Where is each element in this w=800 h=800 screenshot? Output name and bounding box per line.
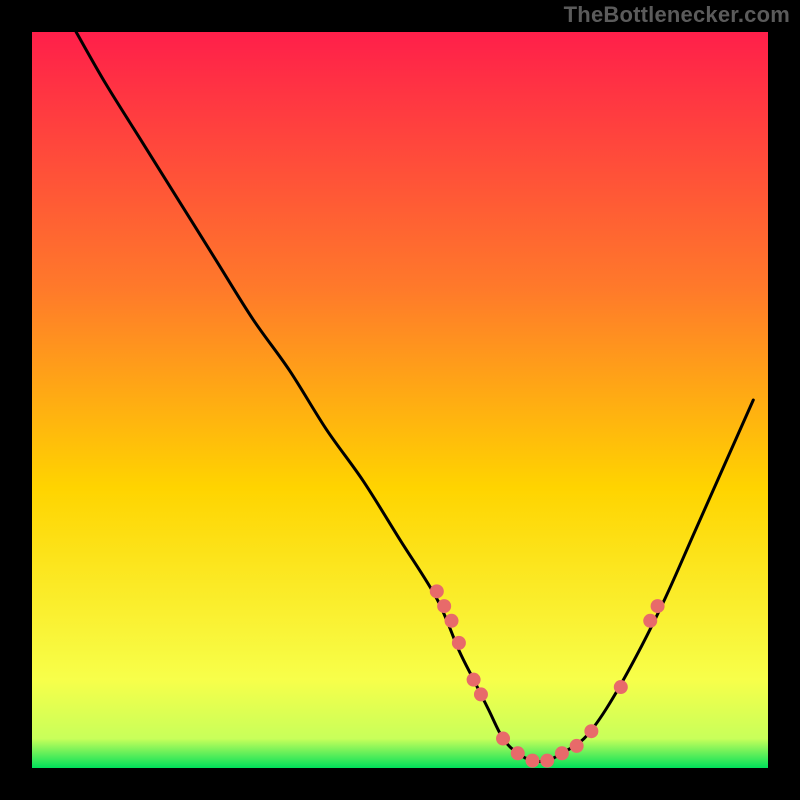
marker-dot bbox=[643, 614, 657, 628]
marker-dot bbox=[496, 732, 510, 746]
chart-container: TheBottlenecker.com bbox=[0, 0, 800, 800]
marker-dot bbox=[430, 584, 444, 598]
marker-dot bbox=[467, 673, 481, 687]
marker-dot bbox=[437, 599, 451, 613]
chart-svg bbox=[32, 32, 768, 768]
marker-dot bbox=[555, 746, 569, 760]
watermark-text: TheBottlenecker.com bbox=[564, 2, 790, 28]
marker-dot bbox=[452, 636, 466, 650]
marker-dot bbox=[651, 599, 665, 613]
marker-dot bbox=[540, 754, 554, 768]
marker-dot bbox=[614, 680, 628, 694]
marker-dot bbox=[584, 724, 598, 738]
plot-area bbox=[32, 32, 768, 768]
marker-dot bbox=[445, 614, 459, 628]
marker-dot bbox=[570, 739, 584, 753]
marker-dot bbox=[525, 754, 539, 768]
marker-dot bbox=[511, 746, 525, 760]
marker-dot bbox=[474, 687, 488, 701]
